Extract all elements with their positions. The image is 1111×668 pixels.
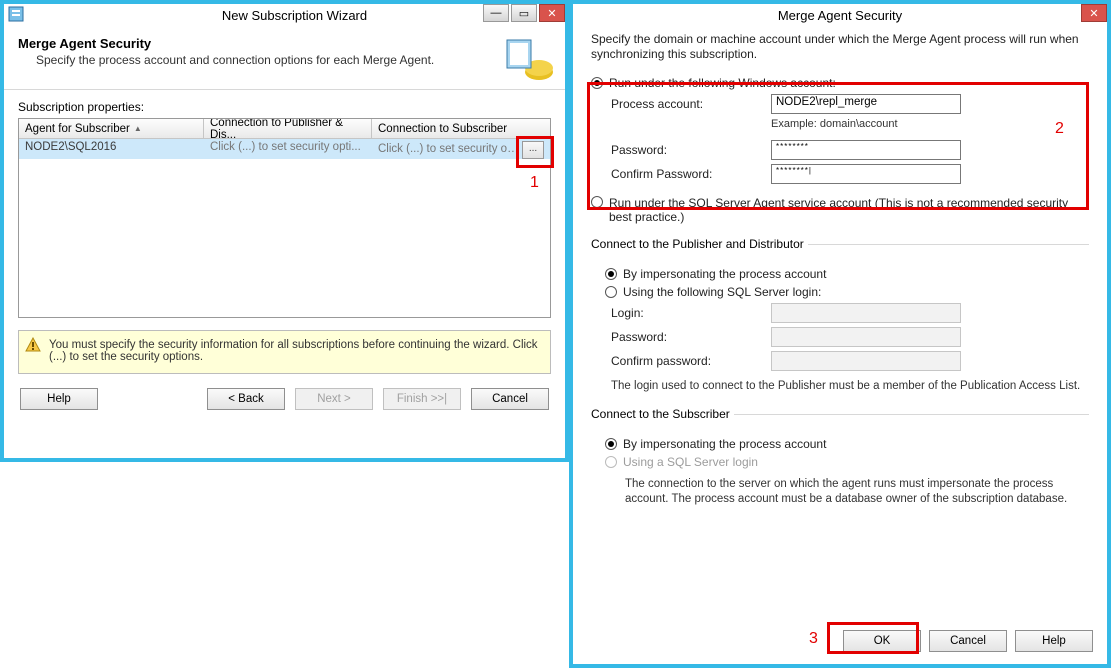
sort-asc-icon: ▲ — [134, 124, 142, 133]
process-account-input[interactable]: NODE2\repl_merge — [771, 94, 961, 114]
ok-button[interactable]: OK — [843, 630, 921, 652]
subscriber-legend: Connect to the Subscriber — [591, 407, 734, 421]
radio-sub-sqllogin — [605, 456, 617, 468]
security-dialog: Merge Agent Security ✕ Specify the domai… — [569, 0, 1111, 668]
help-button[interactable]: Help — [1015, 630, 1093, 652]
process-account-example: Example: domain\account — [771, 118, 1089, 130]
subscriber-note: The connection to the server on which th… — [625, 477, 1089, 507]
radio-pub-sqllogin-label: Using the following SQL Server login: — [623, 285, 821, 299]
maximize-button[interactable]: ▭ — [511, 4, 537, 22]
pub-login-label: Login: — [611, 306, 771, 320]
page-title: Merge Agent Security — [18, 36, 551, 51]
callout-3: 3 — [809, 630, 818, 648]
password-label: Password: — [611, 143, 771, 157]
column-connection-subscriber[interactable]: Connection to Subscriber — [372, 119, 550, 138]
header-graphic-icon — [501, 32, 555, 86]
properties-label: Subscription properties: — [18, 100, 551, 114]
page-header: Merge Agent Security Specify the process… — [4, 26, 565, 90]
table-row[interactable]: NODE2\SQL2016 Click (...) to set securit… — [19, 139, 550, 159]
security-title: Merge Agent Security — [573, 8, 1107, 23]
radio-service-account[interactable] — [591, 196, 603, 208]
password-input[interactable]: ******** — [771, 140, 961, 160]
confirm-password-label: Confirm Password: — [611, 167, 771, 181]
column-agent[interactable]: Agent for Subscriber ▲ — [19, 119, 204, 138]
cancel-button[interactable]: Cancel — [471, 388, 549, 410]
close-button[interactable]: ✕ — [539, 4, 565, 22]
pub-password-input — [771, 327, 961, 347]
process-account-label: Process account: — [611, 97, 771, 111]
wizard-titlebar: New Subscription Wizard — ▭ ✕ — [4, 4, 565, 26]
publisher-legend: Connect to the Publisher and Distributor — [591, 237, 808, 251]
security-ellipsis-button[interactable]: ... — [522, 141, 544, 159]
security-titlebar: Merge Agent Security ✕ — [573, 4, 1107, 26]
radio-pub-impersonate-label: By impersonating the process account — [623, 267, 826, 281]
publisher-note: The login used to connect to the Publish… — [611, 379, 1089, 394]
radio-windows-label: Run under the following Windows account: — [609, 76, 836, 90]
callout-2: 2 — [1055, 120, 1064, 138]
warning-text: You must specify the security informatio… — [49, 339, 538, 363]
radio-windows-account[interactable] — [591, 77, 603, 89]
pub-confirm-input — [771, 351, 961, 371]
minimize-button[interactable]: — — [483, 4, 509, 22]
radio-sub-sqllogin-label: Using a SQL Server login — [623, 455, 758, 469]
next-button: Next > — [295, 388, 373, 410]
cancel-button[interactable]: Cancel — [929, 630, 1007, 652]
finish-button: Finish >>| — [383, 388, 461, 410]
radio-pub-impersonate[interactable] — [605, 268, 617, 280]
column-connection-publisher[interactable]: Connection to Publisher & Dis... — [204, 119, 372, 138]
cell-agent: NODE2\SQL2016 — [19, 139, 204, 159]
back-button[interactable]: < Back — [207, 388, 285, 410]
close-button[interactable]: ✕ — [1081, 4, 1107, 22]
help-button[interactable]: Help — [20, 388, 98, 410]
pub-login-input — [771, 303, 961, 323]
wizard-icon — [8, 6, 24, 25]
cell-sub: Click (...) to set security opti... — [378, 143, 522, 155]
confirm-password-input[interactable]: ********| — [771, 164, 961, 184]
page-subtitle: Specify the process account and connecti… — [36, 53, 551, 67]
cell-pub: Click (...) to set security opti... — [204, 139, 372, 159]
security-description: Specify the domain or machine account un… — [591, 32, 1089, 62]
table-header: Agent for Subscriber ▲ Connection to Pub… — [19, 119, 550, 139]
warning-box: You must specify the security informatio… — [18, 330, 551, 374]
warning-icon — [25, 337, 41, 356]
radio-service-label: Run under the SQL Server Agent service a… — [609, 196, 1089, 224]
pub-confirm-label: Confirm password: — [611, 354, 771, 368]
radio-pub-sqllogin[interactable] — [605, 286, 617, 298]
radio-sub-impersonate[interactable] — [605, 438, 617, 450]
subscription-table: Agent for Subscriber ▲ Connection to Pub… — [18, 118, 551, 318]
callout-1: 1 — [530, 174, 539, 192]
wizard-window: New Subscription Wizard — ▭ ✕ Merge Agen… — [0, 0, 569, 462]
pub-password-label: Password: — [611, 330, 771, 344]
radio-sub-impersonate-label: By impersonating the process account — [623, 437, 826, 451]
